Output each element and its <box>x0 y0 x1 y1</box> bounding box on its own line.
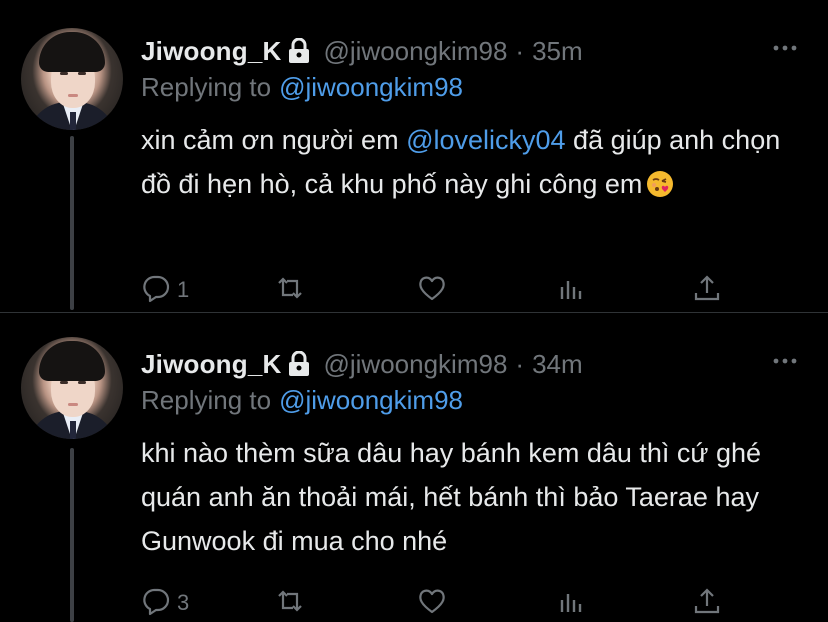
separator: · <box>515 348 525 379</box>
display-name[interactable]: Jiwoong_K <box>141 36 281 67</box>
analytics-button[interactable] <box>556 272 586 308</box>
like-icon <box>417 273 447 308</box>
reply-count: 3 <box>177 590 190 615</box>
lock-icon <box>287 37 311 64</box>
tweet-header: Jiwoong_K @jiwoongkim98 · 34m <box>141 346 583 382</box>
share-button[interactable] <box>692 272 722 308</box>
mention-link[interactable]: @lovelicky04 <box>406 125 565 155</box>
reply-button[interactable]: 3 <box>141 585 189 621</box>
replying-to-label: Replying to <box>141 72 272 102</box>
retweet-button[interactable] <box>275 272 305 308</box>
separator: · <box>515 35 525 66</box>
tweet-text: xin cảm ơn người em @lovelicky04 đã giúp… <box>141 118 801 206</box>
handle[interactable]: @jiwoongkim98 <box>323 36 507 67</box>
like-icon <box>417 586 447 621</box>
face-blowing-kiss-emoji <box>646 167 674 197</box>
tweet-actions: 1 <box>141 272 741 308</box>
reply-button[interactable]: 1 <box>141 272 189 308</box>
tweet-text-part: khi nào thèm sữa dâu hay bánh kem dâu th… <box>141 438 762 556</box>
tweet-text: khi nào thèm sữa dâu hay bánh kem dâu th… <box>141 431 801 563</box>
tweet-actions: 3 <box>141 585 741 621</box>
tweet-text-part: xin cảm ơn người em <box>141 125 407 155</box>
share-button[interactable] <box>692 585 722 621</box>
replying-to-label: Replying to <box>141 385 272 415</box>
tweet[interactable]: Jiwoong_K @jiwoongkim98 · 34m Replying t… <box>0 313 828 622</box>
lock-icon <box>287 350 311 377</box>
tweet-thread: Jiwoong_K @jiwoongkim98 · 35m Replying t… <box>0 0 828 622</box>
tweet[interactable]: Jiwoong_K @jiwoongkim98 · 35m Replying t… <box>0 0 828 313</box>
reply-icon <box>141 586 171 621</box>
reply-count: 1 <box>177 277 190 302</box>
display-name[interactable]: Jiwoong_K <box>141 349 281 380</box>
avatar[interactable] <box>21 337 123 439</box>
more-icon[interactable] <box>770 38 800 58</box>
replying-to-handle[interactable]: @jiwoongkim98 <box>279 385 463 415</box>
more-icon[interactable] <box>770 351 800 371</box>
timestamp[interactable]: 35m <box>532 36 583 67</box>
replying-to: Replying to @jiwoongkim98 <box>141 72 463 103</box>
avatar[interactable] <box>21 28 123 130</box>
replying-to-handle[interactable]: @jiwoongkim98 <box>279 72 463 102</box>
handle[interactable]: @jiwoongkim98 <box>323 349 507 380</box>
retweet-button[interactable] <box>275 585 305 621</box>
retweet-icon <box>275 586 305 621</box>
replying-to: Replying to @jiwoongkim98 <box>141 385 463 416</box>
share-icon <box>692 586 722 621</box>
share-icon <box>692 273 722 308</box>
like-button[interactable] <box>417 585 447 621</box>
reply-icon <box>141 273 171 308</box>
analytics-icon <box>556 586 586 621</box>
retweet-icon <box>275 273 305 308</box>
analytics-icon <box>556 273 586 308</box>
tweet-header: Jiwoong_K @jiwoongkim98 · 35m <box>141 33 583 69</box>
analytics-button[interactable] <box>556 585 586 621</box>
timestamp[interactable]: 34m <box>532 349 583 380</box>
like-button[interactable] <box>417 272 447 308</box>
